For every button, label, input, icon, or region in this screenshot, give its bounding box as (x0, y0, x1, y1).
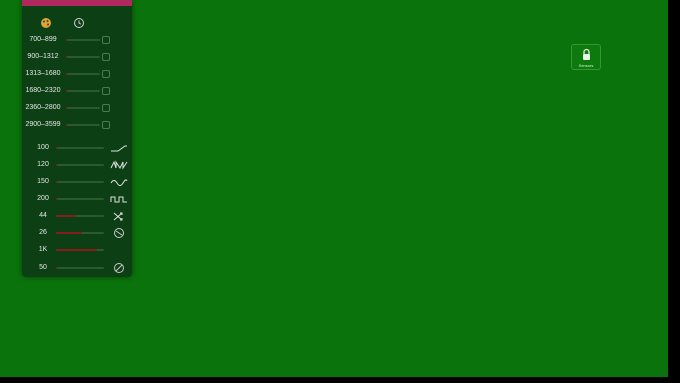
range-toggle[interactable] (102, 53, 110, 61)
range-label: 2900–3599 (25, 121, 61, 128)
range-row-1: 700–899 (22, 33, 132, 47)
range-slider[interactable] (66, 107, 100, 109)
range-row-6: 2900–3599 (22, 118, 132, 132)
param-label: 120 (37, 161, 49, 168)
range-row-4: 1680–2320 (22, 84, 132, 98)
control-panel: 700–899 900–1312 1313–1680 1680–2320 236… (22, 0, 132, 277)
param-slider[interactable] (56, 249, 104, 251)
param-row-1: 100 (22, 141, 132, 155)
range-slider[interactable] (66, 73, 100, 75)
desktop-background: 700–899 900–1312 1313–1680 1680–2320 236… (0, 0, 668, 377)
range-toggle[interactable] (102, 121, 110, 129)
range-slider[interactable] (66, 56, 100, 58)
param-row-4: 200 (22, 192, 132, 206)
param-label: 200 (37, 195, 49, 202)
range-row-2: 900–1312 (22, 50, 132, 64)
param-label: 50 (39, 264, 47, 271)
clock-icon[interactable] (72, 16, 86, 30)
lock-icon (581, 48, 592, 61)
range-label: 700–899 (29, 36, 57, 43)
block-icon[interactable] (110, 261, 128, 275)
range-label: 1313–1680 (25, 70, 61, 77)
param-slider[interactable] (56, 198, 104, 200)
param-row-5: 44 (22, 209, 132, 223)
range-row-5: 2360–2800 (22, 101, 132, 115)
range-toggle[interactable] (102, 36, 110, 44)
range-slider[interactable] (66, 39, 100, 41)
param-label: 150 (37, 178, 49, 185)
param-slider[interactable] (56, 181, 104, 183)
range-slider[interactable] (66, 90, 100, 92)
range-toggle[interactable] (102, 104, 110, 112)
palette-icon[interactable] (39, 16, 53, 30)
param-slider[interactable] (56, 164, 104, 166)
param-slider[interactable] (56, 267, 104, 269)
param-row-7: 1K (22, 243, 132, 257)
sensors-lock-button[interactable]: Sensors (571, 44, 601, 70)
param-label: 100 (37, 144, 49, 151)
param-slider[interactable] (56, 232, 104, 234)
param-label: 1K (38, 246, 48, 253)
range-label: 2360–2800 (25, 104, 61, 111)
range-row-3: 1313–1680 (22, 67, 132, 81)
sawtooth-wave-icon[interactable] (110, 141, 128, 155)
range-label: 1680–2320 (25, 87, 61, 94)
triangle-pulse-wave-icon[interactable] (110, 158, 128, 172)
shuffle-icon[interactable] (110, 209, 128, 223)
range-label: 900–1312 (27, 53, 59, 60)
param-row-6: 26 (22, 226, 132, 240)
range-toggle[interactable] (102, 87, 110, 95)
square-wave-icon[interactable] (110, 192, 128, 206)
range-slider[interactable] (66, 124, 100, 126)
param-row-8: 50 (22, 261, 132, 275)
sine-wave-icon[interactable] (110, 175, 128, 189)
param-slider[interactable] (56, 215, 104, 217)
param-row-2: 120 (22, 158, 132, 172)
no-entry-icon[interactable] (110, 226, 128, 240)
param-label: 26 (39, 229, 47, 236)
range-toggle[interactable] (102, 70, 110, 78)
panel-top-accent-bar[interactable] (22, 0, 132, 6)
lock-label: Sensors (578, 63, 594, 68)
param-slider[interactable] (56, 147, 104, 149)
param-row-3: 150 (22, 175, 132, 189)
param-label: 44 (39, 212, 47, 219)
